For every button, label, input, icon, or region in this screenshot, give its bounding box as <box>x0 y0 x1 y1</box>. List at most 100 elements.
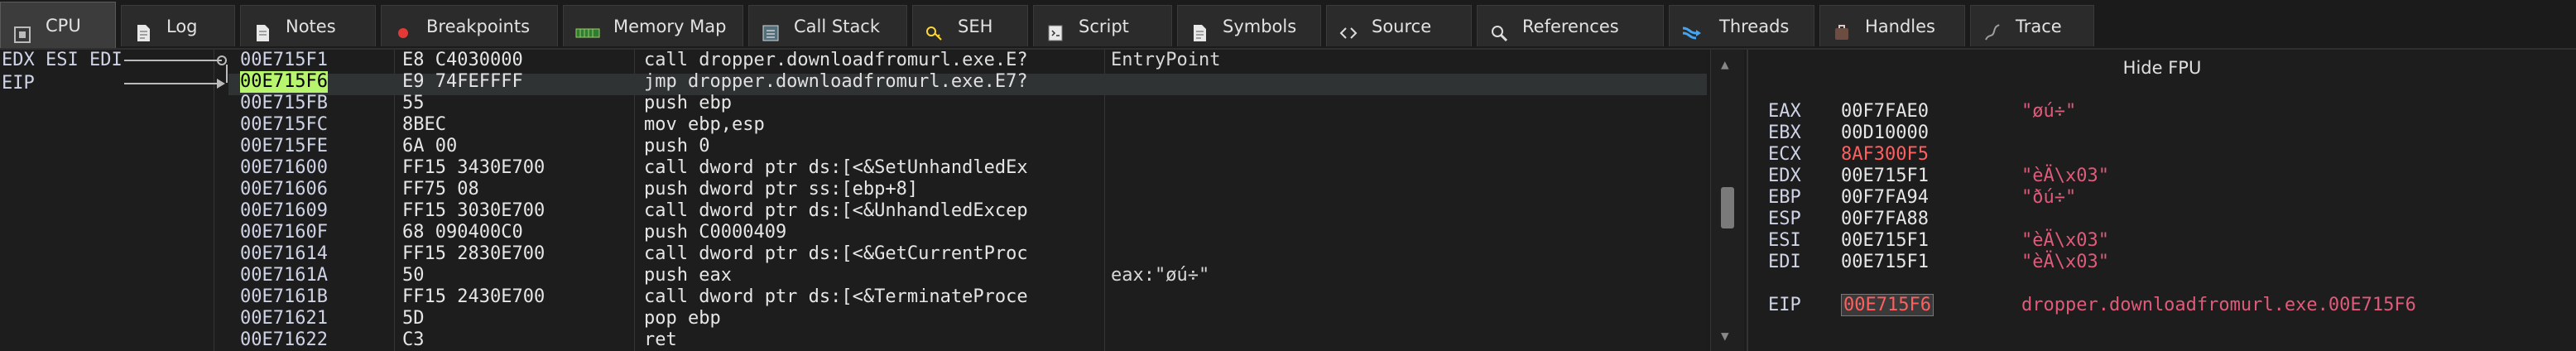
row-address[interactable]: 00E715F6 <box>240 71 328 93</box>
row-address[interactable]: 00E71621 <box>240 308 328 329</box>
register-string-esi: "èÄ\x03" <box>2021 230 2109 251</box>
tab-breakpoints[interactable]: Breakpoints <box>381 5 558 46</box>
row-bytes[interactable]: FF15 2430E700 <box>402 286 545 308</box>
registers-pane[interactable]: Hide FPU EAX 00F7FAE0 "øú÷" EBX 00D10000 ECX 8… <box>1747 50 2576 351</box>
row-instruction[interactable]: push eax <box>644 265 732 286</box>
row-comment[interactable]: EntryPoint <box>1111 50 1220 71</box>
source-icon <box>1338 17 1358 39</box>
row-address[interactable]: 00E7161B <box>240 286 328 308</box>
row-address[interactable]: 00E7161A <box>240 265 328 286</box>
row-instruction[interactable]: pop ebp <box>644 308 721 329</box>
register-string-edx: "èÄ\x03" <box>2021 166 2109 186</box>
call-stack-icon <box>761 17 781 41</box>
row-instruction[interactable]: push dword ptr ss:[ebp+8] <box>644 179 918 200</box>
register-name-esp: ESP <box>1768 209 1801 229</box>
row-instruction[interactable]: push ebp <box>644 93 732 114</box>
row-bytes[interactable]: FF15 3030E700 <box>402 200 545 222</box>
script-icon <box>1045 17 1065 41</box>
row-instruction[interactable]: jmp dropper.downloadfromurl.exe.E7? <box>644 71 1028 93</box>
memory-map-icon <box>575 17 600 37</box>
register-value-esp[interactable]: 00F7FA88 <box>1841 209 1929 230</box>
row-address[interactable]: 00E71609 <box>240 200 328 222</box>
row-instruction[interactable]: call dword ptr ds:[<&UnhandledExcep <box>644 200 1028 222</box>
register-value-edx[interactable]: 00E715F1 <box>1841 166 1929 187</box>
row-bytes[interactable]: E8 C4030000 <box>402 50 523 71</box>
row-comment[interactable]: eax:"øú÷" <box>1111 265 1209 286</box>
tab-label: Trace <box>2016 17 2062 36</box>
row-instruction[interactable]: mov ebp,esp <box>644 114 765 136</box>
tab-label: Notes <box>286 17 336 36</box>
row-bytes[interactable]: C3 <box>402 329 425 351</box>
threads-icon <box>1681 17 1701 39</box>
register-value-ecx[interactable]: 8AF300F5 <box>1841 144 1929 166</box>
tab-memory-map[interactable]: Memory Map <box>563 5 743 46</box>
tab-label: Symbols <box>1223 17 1297 36</box>
row-bytes[interactable]: 6A 00 <box>402 136 457 157</box>
tab-label: Handles <box>1865 17 1935 36</box>
row-address[interactable]: 00E71622 <box>240 329 328 351</box>
register-name-eax: EAX <box>1768 101 1801 122</box>
row-bytes[interactable]: E9 74FEFFFF <box>402 71 523 93</box>
tab-log[interactable]: Log <box>121 5 235 46</box>
row-bytes[interactable]: FF15 2830E700 <box>402 243 545 265</box>
register-value-eip[interactable]: 00E715F6 <box>1841 294 1934 316</box>
scroll-down-icon[interactable]: ▼ <box>1721 328 1729 344</box>
row-address[interactable]: 00E715FC <box>240 114 328 136</box>
register-string-eax: "øú÷" <box>2021 101 2077 122</box>
row-address[interactable]: 00E71600 <box>240 157 328 179</box>
cpu-icon <box>12 16 32 43</box>
row-bytes[interactable]: 50 <box>402 265 425 286</box>
disassembly-scrollbar[interactable]: ▲ ▼ <box>1710 50 1744 351</box>
scroll-up-icon[interactable]: ▲ <box>1721 56 1729 72</box>
row-instruction[interactable]: call dword ptr ds:[<&TerminateProce <box>644 286 1028 308</box>
jump-arrows <box>124 55 228 89</box>
scrollbar-thumb[interactable] <box>1721 187 1734 228</box>
row-bytes[interactable]: 8BEC <box>402 114 446 136</box>
tab-script[interactable]: Script <box>1033 5 1172 46</box>
row-address[interactable]: 00E7160F <box>240 222 328 243</box>
row-instruction[interactable]: call dword ptr ds:[<&GetCurrentProc <box>644 243 1028 265</box>
tab-handles[interactable]: Handles <box>1819 5 1965 46</box>
row-instruction[interactable]: call dropper.downloadfromurl.exe.E? <box>644 50 1028 71</box>
trace-icon <box>1982 17 2002 41</box>
symbols-icon <box>1189 17 1209 41</box>
row-bytes[interactable]: 55 <box>402 93 425 114</box>
row-instruction[interactable]: push 0 <box>644 136 709 157</box>
tab-label: Breakpoints <box>426 17 531 36</box>
tab-call-stack[interactable]: Call Stack <box>748 5 907 46</box>
tab-cpu[interactable]: CPU <box>0 2 116 48</box>
tab-label: Memory Map <box>613 17 727 36</box>
row-bytes[interactable]: FF15 3430E700 <box>402 157 545 179</box>
row-bytes[interactable]: FF75 08 <box>402 179 479 200</box>
row-bytes[interactable]: 5D <box>402 308 425 329</box>
hide-fpu-button[interactable]: Hide FPU <box>1748 58 2576 78</box>
row-instruction[interactable]: push C0000409 <box>644 222 786 243</box>
tab-references[interactable]: References <box>1477 5 1664 46</box>
register-value-eax[interactable]: 00F7FAE0 <box>1841 101 1929 123</box>
seh-icon <box>925 17 944 41</box>
register-name-edi: EDI <box>1768 252 1801 272</box>
row-address[interactable]: 00E71606 <box>240 179 328 200</box>
register-value-esi[interactable]: 00E715F1 <box>1841 230 1929 252</box>
tab-label: Script <box>1079 17 1129 36</box>
handles-icon <box>1832 17 1852 40</box>
tab-trace[interactable]: Trace <box>1970 5 2094 46</box>
row-address[interactable]: 00E715FE <box>240 136 328 157</box>
row-address[interactable]: 00E715FB <box>240 93 328 114</box>
tab-seh[interactable]: SEH <box>912 5 1028 46</box>
tab-label: SEH <box>958 17 993 36</box>
tab-threads[interactable]: Threads <box>1669 5 1814 46</box>
row-address[interactable]: 00E715F1 <box>240 50 328 71</box>
row-instruction[interactable]: ret <box>644 329 677 351</box>
register-value-ebx[interactable]: 00D10000 <box>1841 123 1929 144</box>
register-value-ebp[interactable]: 00F7FA94 <box>1841 187 1929 209</box>
register-value-edi[interactable]: 00E715F1 <box>1841 252 1929 273</box>
log-icon <box>133 17 153 41</box>
tab-source[interactable]: Source <box>1326 5 1472 46</box>
row-instruction[interactable]: call dword ptr ds:[<&SetUnhandledEx <box>644 157 1028 179</box>
register-tag-eip: EIP <box>2 73 35 94</box>
row-bytes[interactable]: 68 090400C0 <box>402 222 523 243</box>
tab-notes[interactable]: Notes <box>240 5 376 46</box>
tab-symbols[interactable]: Symbols <box>1177 5 1321 46</box>
row-address[interactable]: 00E71614 <box>240 243 328 265</box>
